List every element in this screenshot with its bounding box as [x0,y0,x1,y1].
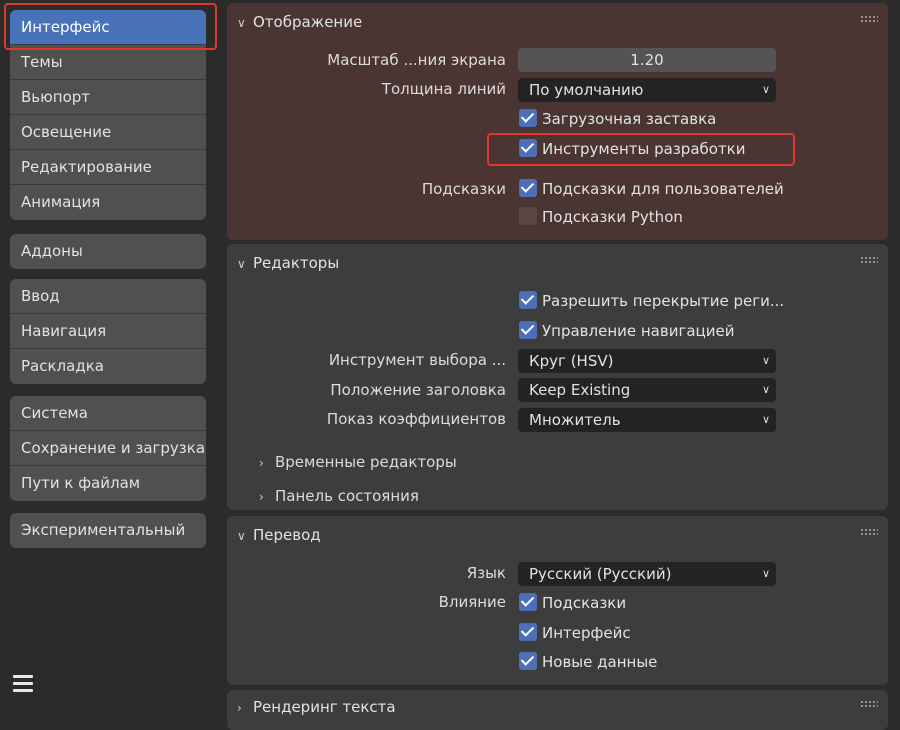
nav-group-input: Ввод Навигация Раскладка [10,279,206,384]
nav-group-main: Интерфейс Темы Вьюпорт Освещение Редакти… [10,10,206,220]
panel-display: ∨ Отображение Масштаб ...ния экрана 1.20 … [227,3,888,240]
python-tooltips-label: Подсказки Python [542,208,683,226]
nav-group-addons: Аддоны [10,234,206,269]
sidebar-item-input[interactable]: Ввод [10,279,206,314]
factor-display-dropdown[interactable]: Множитель ∨ [518,408,776,432]
panel-editors-title: Редакторы [253,254,340,272]
sidebar-item-system[interactable]: Система [10,396,206,431]
checkbox-checked-icon [519,593,537,611]
chevron-down-icon: ∨ [237,16,246,30]
developer-extras-label: Инструменты разработки [542,140,746,158]
drag-handle-icon[interactable] [860,528,878,536]
chevron-right-icon: › [259,490,264,504]
panel-text-rendering: › Рендеринг текста [227,690,888,730]
nav-group-experimental: Экспериментальный [10,513,206,548]
translate-interface-checkbox[interactable]: Интерфейс [519,622,631,644]
chevron-down-icon: ∨ [761,413,770,426]
checkbox-checked-icon [519,179,537,197]
sidebar-item-file-paths[interactable]: Пути к файлам [10,466,206,501]
chevron-down-icon: ∨ [761,83,770,96]
checkbox-checked-icon [519,139,537,157]
splash-checkbox[interactable]: Загрузочная заставка [519,108,716,130]
header-position-label: Положение заголовка [330,381,506,399]
affect-label: Влияние [438,593,506,611]
sidebar-item-lighting[interactable]: Освещение [10,115,206,150]
subpanel-status-bar[interactable]: › Панель состояния [259,485,419,507]
developer-extras-checkbox[interactable]: Инструменты разработки [519,138,746,160]
line-width-dropdown[interactable]: По умолчанию ∨ [518,78,776,102]
sidebar-item-experimental[interactable]: Экспериментальный [10,513,206,548]
panel-display-title: Отображение [253,13,363,31]
factor-display-label: Показ коэффициентов [326,410,506,428]
scale-label: Масштаб ...ния экрана [327,51,506,69]
chevron-down-icon: ∨ [761,354,770,367]
tooltips-label: Подсказки [421,180,506,198]
line-width-value: По умолчанию [529,81,644,99]
user-tooltips-label: Подсказки для пользователей [542,180,784,198]
sidebar-item-editing[interactable]: Редактирование [10,150,206,185]
preferences-content: ∨ Отображение Масштаб ...ния экрана 1.20 … [227,0,900,730]
factor-display-value: Множитель [529,411,621,429]
chevron-right-icon: › [237,701,242,715]
translate-tooltips-checkbox[interactable]: Подсказки [519,592,626,614]
sidebar-item-keymap[interactable]: Раскладка [10,349,206,384]
color-picker-dropdown[interactable]: Круг (HSV) ∨ [518,349,776,373]
chevron-down-icon: ∨ [237,257,246,271]
panel-translation-title: Перевод [253,526,321,544]
panel-display-header[interactable]: ∨ Отображение [237,3,362,41]
checkbox-checked-icon [519,623,537,641]
drag-handle-icon[interactable] [860,256,878,264]
sidebar: Интерфейс Темы Вьюпорт Освещение Редакти… [0,0,216,711]
line-width-label: Толщина линий [381,80,506,98]
sidebar-item-animation[interactable]: Анимация [10,185,206,220]
status-bar-label: Панель состояния [275,487,419,505]
chevron-right-icon: › [259,456,264,470]
translate-new-data-checkbox[interactable]: Новые данные [519,651,657,673]
sidebar-item-addons[interactable]: Аддоны [10,234,206,269]
chevron-down-icon: ∨ [761,567,770,580]
language-label: Язык [466,564,506,582]
color-picker-label: Инструмент выбора ... [328,351,506,369]
language-value: Русский (Русский) [529,565,672,583]
panel-text-rendering-title: Рендеринг текста [253,698,396,716]
drag-handle-icon[interactable] [860,700,878,708]
panel-editors-header[interactable]: ∨ Редакторы [237,244,339,282]
checkbox-checked-icon [519,109,537,127]
language-dropdown[interactable]: Русский (Русский) ∨ [518,562,776,586]
header-position-dropdown[interactable]: Keep Existing ∨ [518,378,776,402]
subpanel-temporal-editors[interactable]: › Временные редакторы [259,451,457,473]
checkbox-checked-icon [519,652,537,670]
python-tooltips-checkbox[interactable]: Подсказки Python [519,206,683,228]
user-tooltips-checkbox[interactable]: Подсказки для пользователей [519,178,784,200]
panel-translation: ∨ Перевод Язык Русский (Русский) ∨ Влияни… [227,516,888,685]
splash-label: Загрузочная заставка [542,110,717,128]
translate-tooltips-label: Подсказки [542,594,627,612]
drag-handle-icon[interactable] [860,15,878,23]
panel-editors: ∨ Редакторы Разрешить перекрытие реги... … [227,244,888,510]
menu-icon[interactable] [13,675,33,693]
sidebar-item-themes[interactable]: Темы [10,45,206,80]
region-overlap-label: Разрешить перекрытие реги... [542,292,785,310]
sidebar-item-viewport[interactable]: Вьюпорт [10,80,206,115]
chevron-down-icon: ∨ [761,383,770,396]
header-position-value: Keep Existing [529,381,631,399]
checkbox-checked-icon [519,291,537,309]
sidebar-item-navigation[interactable]: Навигация [10,314,206,349]
translate-new-data-label: Новые данные [542,653,658,671]
navigation-controls-checkbox[interactable]: Управление навигацией [519,320,734,342]
panel-translation-header[interactable]: ∨ Перевод [237,516,321,554]
panel-text-rendering-header[interactable]: › Рендеринг текста [237,690,396,726]
checkbox-unchecked-icon [519,207,537,225]
resolution-scale-field[interactable]: 1.20 [518,48,776,72]
color-picker-value: Круг (HSV) [529,352,614,370]
sidebar-item-save-load[interactable]: Сохранение и загрузка [10,431,206,466]
navigation-controls-label: Управление навигацией [542,322,735,340]
translate-interface-label: Интерфейс [542,624,631,642]
temporal-editors-label: Временные редакторы [275,453,457,471]
sidebar-item-interface[interactable]: Интерфейс [10,10,206,45]
chevron-down-icon: ∨ [237,529,246,543]
region-overlap-checkbox[interactable]: Разрешить перекрытие реги... [519,290,784,312]
checkbox-checked-icon [519,321,537,339]
nav-group-system: Система Сохранение и загрузка Пути к фай… [10,396,206,501]
